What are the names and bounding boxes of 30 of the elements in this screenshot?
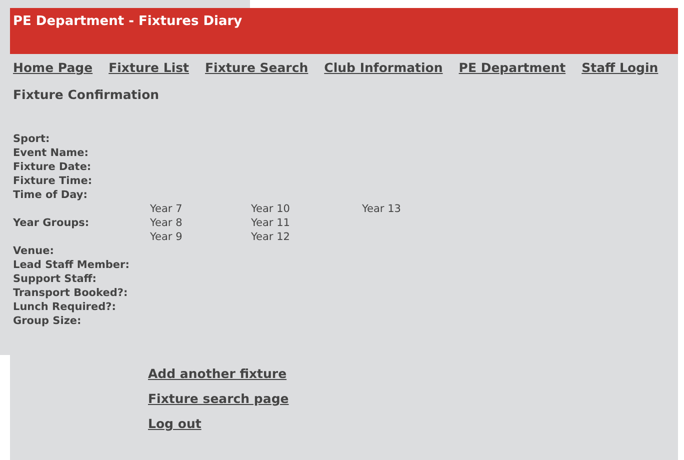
nav-link[interactable]: Fixture Search: [205, 60, 308, 75]
field-label: Venue:: [13, 244, 55, 258]
field-label: Event Name:: [13, 146, 90, 160]
field-label: Sport:: [13, 132, 51, 146]
field-label: Lead Staff Member:: [13, 258, 130, 272]
field-label: Lunch Required?:: [13, 300, 117, 314]
action-link[interactable]: Fixture search page: [148, 391, 678, 406]
year-option: Year 8: [150, 216, 251, 230]
field-label: Time of Day:: [13, 188, 88, 202]
year-option: Year 11: [251, 216, 362, 230]
nav-link[interactable]: Home Page: [13, 60, 93, 75]
field-label: Transport Booked?:: [13, 286, 129, 300]
year-option: Year 10: [251, 202, 362, 216]
nav-link[interactable]: Fixture List: [108, 60, 190, 75]
action-link[interactable]: Log out: [148, 416, 678, 431]
field-label: Support Staff:: [13, 272, 98, 286]
year-option: Year 7: [150, 202, 251, 216]
site-title: PE Department - Fixtures Diary: [13, 14, 242, 29]
year-option: Year 13: [362, 202, 442, 216]
field-label: Fixture Date:: [13, 160, 92, 174]
nav-link[interactable]: Staff Login: [582, 60, 658, 75]
nav-link[interactable]: PE Department: [458, 60, 566, 75]
page-heading: Fixture Confirmation: [12, 86, 160, 102]
field-label: Fixture Time:: [13, 174, 94, 188]
year-option: Year 12: [251, 230, 362, 244]
field-label: Year Groups:: [13, 216, 90, 230]
action-link[interactable]: Add another fixture: [148, 366, 678, 381]
year-option: Year 9: [150, 230, 251, 244]
nav-link[interactable]: Club Information: [324, 60, 443, 75]
field-label: Group Size:: [13, 314, 82, 328]
